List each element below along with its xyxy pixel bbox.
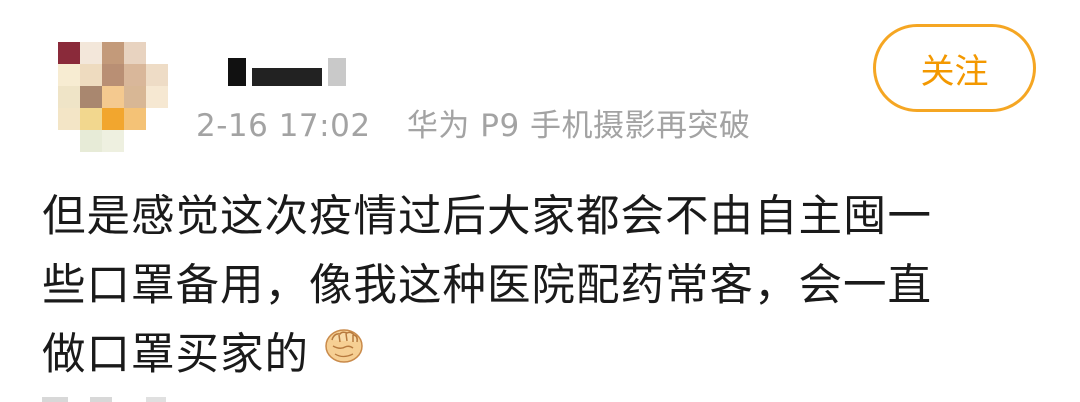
post-text-line: 些口罩备用，像我这种医院配药常客，会一直 — [42, 261, 932, 311]
post-text-line-last: 做口罩买家的 — [42, 321, 1042, 390]
redaction-block — [328, 58, 346, 86]
post-source[interactable]: 华为 P9 手机摄影再突破 — [407, 108, 751, 144]
redaction-block — [252, 68, 322, 86]
post-text: 但是感觉这次疫情过后大家都会不由自主囤一 些口罩备用，像我这种医院配药常客，会一… — [42, 183, 1042, 390]
follow-button[interactable]: 关注 — [873, 24, 1036, 112]
avatar[interactable] — [58, 42, 168, 152]
post-text-line: 但是感觉这次疫情过后大家都会不由自主囤一 — [42, 192, 932, 242]
redaction-block — [228, 58, 246, 86]
fist-emoji-icon — [323, 318, 365, 387]
follow-button-label: 关注 — [920, 51, 989, 92]
post-text-line-content: 做口罩买家的 — [42, 330, 309, 380]
post-time: 2-16 17:02 — [196, 108, 371, 144]
truncated-next-row — [42, 397, 166, 402]
post-meta: 2-16 17:02 华为 P9 手机摄影再突破 — [196, 100, 751, 145]
username-redacted[interactable] — [228, 58, 346, 86]
